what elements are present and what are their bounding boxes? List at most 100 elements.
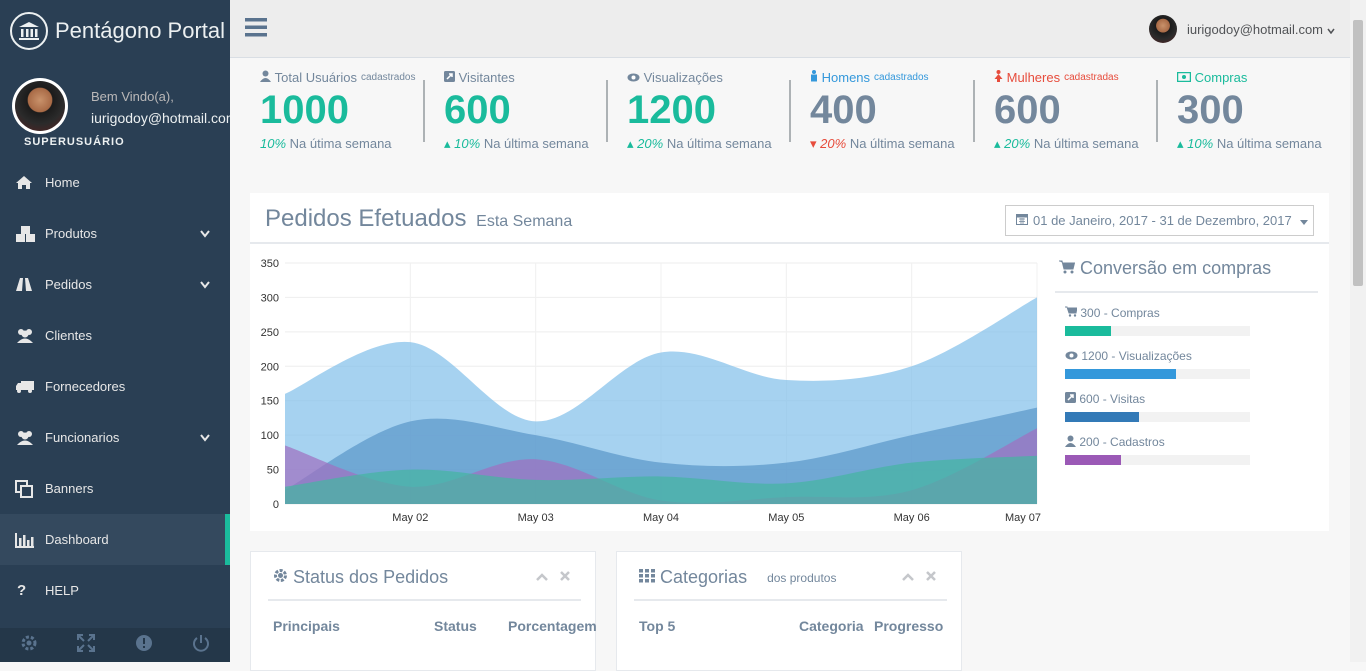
institution-icon: [10, 12, 48, 50]
conversion-label: 200 - Cadastros: [1079, 435, 1165, 449]
sidebar-item-dashboard[interactable]: Dashboard: [0, 514, 230, 565]
lock-icon[interactable]: [135, 634, 153, 657]
page-scrollbar[interactable]: [1350, 0, 1366, 662]
tile-footer: ▴ 10% Na última semana: [444, 136, 589, 151]
external-link-icon: [1065, 392, 1076, 406]
arrow-down-icon: ▾: [810, 136, 817, 151]
users-icon: [15, 328, 45, 344]
progress-bar: [1065, 326, 1250, 336]
collapse-icon[interactable]: [536, 568, 548, 586]
tile-label: Visitantes: [444, 70, 606, 85]
x-tick-label: May 07: [1005, 512, 1041, 524]
close-icon[interactable]: [560, 568, 570, 586]
arrow-up-icon: ▴: [627, 136, 634, 151]
fullscreen-icon[interactable]: [77, 633, 96, 657]
progress-bar: [1065, 412, 1250, 422]
conversion-item: 300 - Compras: [1065, 305, 1318, 336]
top-navbar: iurigodoy@hotmail.com: [230, 0, 1350, 58]
y-tick-label: 150: [261, 396, 279, 408]
tile-label: Compras: [1177, 70, 1339, 85]
sidebar: Pentágono Portal Bem Vindo(a), iurigodoy…: [0, 0, 230, 662]
caret-down-icon: [1299, 213, 1308, 228]
brand-title: Pentágono Portal: [55, 18, 226, 43]
male-icon: [810, 70, 818, 85]
y-tick-label: 200: [261, 361, 279, 373]
arrow-up-icon: ▴: [994, 136, 1001, 151]
progress-bar: [1065, 369, 1250, 379]
calendar-icon: [1016, 213, 1028, 228]
chevron-down-icon: [1327, 22, 1335, 37]
settings-icon[interactable]: [20, 634, 38, 657]
progress-fill: [1065, 455, 1121, 465]
sidebar-item-home[interactable]: Home: [0, 157, 230, 208]
brand[interactable]: Pentágono Portal: [10, 12, 225, 50]
sidebar-item-label: Home: [45, 175, 80, 190]
menu-toggle-icon[interactable]: [245, 17, 267, 42]
x-tick-label: May 05: [768, 512, 804, 524]
user-email: iurigodoy@hotmail.com: [1186, 21, 1323, 37]
sidebar-item-clientes[interactable]: Clientes: [0, 310, 230, 361]
stats-tiles: Total Usuários cadastrados 1000 10% Na út…: [250, 58, 1340, 168]
sidebar-item-label: Pedidos: [45, 277, 92, 292]
chevron-down-icon: [200, 430, 210, 445]
user-menu[interactable]: iurigodoy@hotmail.com: [1148, 15, 1335, 43]
y-tick-label: 350: [261, 258, 279, 270]
sidebar-item-pedidos[interactable]: Pedidos: [0, 259, 230, 310]
grid-icon: [639, 567, 655, 588]
tile-value: 300: [1177, 88, 1244, 132]
cart-icon: [1065, 306, 1078, 320]
sidebar-item-label: Funcionarios: [45, 430, 120, 445]
sidebar-item-produtos[interactable]: Produtos: [0, 208, 230, 259]
tile-visualizacoes: Visualizações 1200 ▴ 20% Na última seman…: [606, 58, 789, 168]
profile-picture: [12, 78, 68, 134]
cubes-icon: [15, 225, 45, 243]
conversion-label: 600 - Visitas: [1079, 392, 1146, 406]
money-icon: [1177, 70, 1192, 85]
sidebar-item-banners[interactable]: Banners: [0, 463, 230, 514]
eye-icon: [627, 70, 640, 85]
col-principais: Principais: [273, 618, 340, 634]
avatar: [15, 81, 65, 131]
x-tick-label: May 04: [643, 512, 679, 524]
arrow-up-icon: ▴: [1177, 136, 1184, 151]
progress-bar: [1065, 455, 1250, 465]
x-tick-label: May 02: [392, 512, 428, 524]
power-icon[interactable]: [192, 634, 210, 657]
sidebar-item-help[interactable]: ? HELP: [0, 565, 230, 616]
welcome-text: Bem Vindo(a),: [91, 89, 174, 104]
tile-footer: ▾ 20% Na última semana: [810, 136, 955, 151]
tile-label: Homens cadastrados: [810, 70, 972, 85]
tile-footer: ▴ 20% Na última semana: [627, 136, 772, 151]
eye-icon: [1065, 349, 1078, 363]
x-tick-label: May 03: [518, 512, 554, 524]
avatar: [1148, 15, 1177, 43]
conversion-item: 600 - Visitas: [1065, 391, 1318, 422]
sidebar-item-label: HELP: [45, 583, 79, 598]
home-icon: [15, 175, 45, 190]
close-icon[interactable]: [926, 568, 936, 586]
progress-fill: [1065, 412, 1139, 422]
date-range-picker[interactable]: 01 de Janeiro, 2017 - 31 de Dezembro, 20…: [1005, 205, 1314, 236]
sidebar-item-fornecedores[interactable]: Fornecedores: [0, 361, 230, 412]
sidebar-item-label: Clientes: [45, 328, 92, 343]
bar-chart-icon: [15, 532, 45, 548]
tile-homens: Homens cadastrados 400 ▾ 20% Na última se…: [789, 58, 972, 168]
panel-subtitle: dos produtos: [767, 570, 837, 585]
scrollbar-thumb[interactable]: [1353, 20, 1363, 286]
panel-title: Categorias dos produtos: [639, 567, 836, 588]
tile-label: Mulheres cadastradas: [994, 70, 1156, 85]
tile-value: 400: [810, 88, 877, 132]
progress-fill: [1065, 326, 1112, 336]
col-categoria: Categoria: [799, 618, 864, 634]
tile-value: 600: [444, 88, 511, 132]
user-role: SUPERUSUÁRIO: [24, 136, 125, 148]
collapse-icon[interactable]: [902, 568, 914, 586]
tile-label: Visualizações: [627, 70, 789, 85]
col-porcentagem: Porcentagem: [508, 618, 597, 634]
tile-total-usuarios: Total Usuários cadastrados 1000 10% Na út…: [250, 58, 433, 168]
tile-value: 600: [994, 88, 1061, 132]
users-icon: [15, 430, 45, 446]
sidebar-item-funcionarios[interactable]: Funcionarios: [0, 412, 230, 463]
sidebar-item-label: Banners: [45, 481, 94, 496]
tile-value: 1200: [627, 88, 716, 132]
